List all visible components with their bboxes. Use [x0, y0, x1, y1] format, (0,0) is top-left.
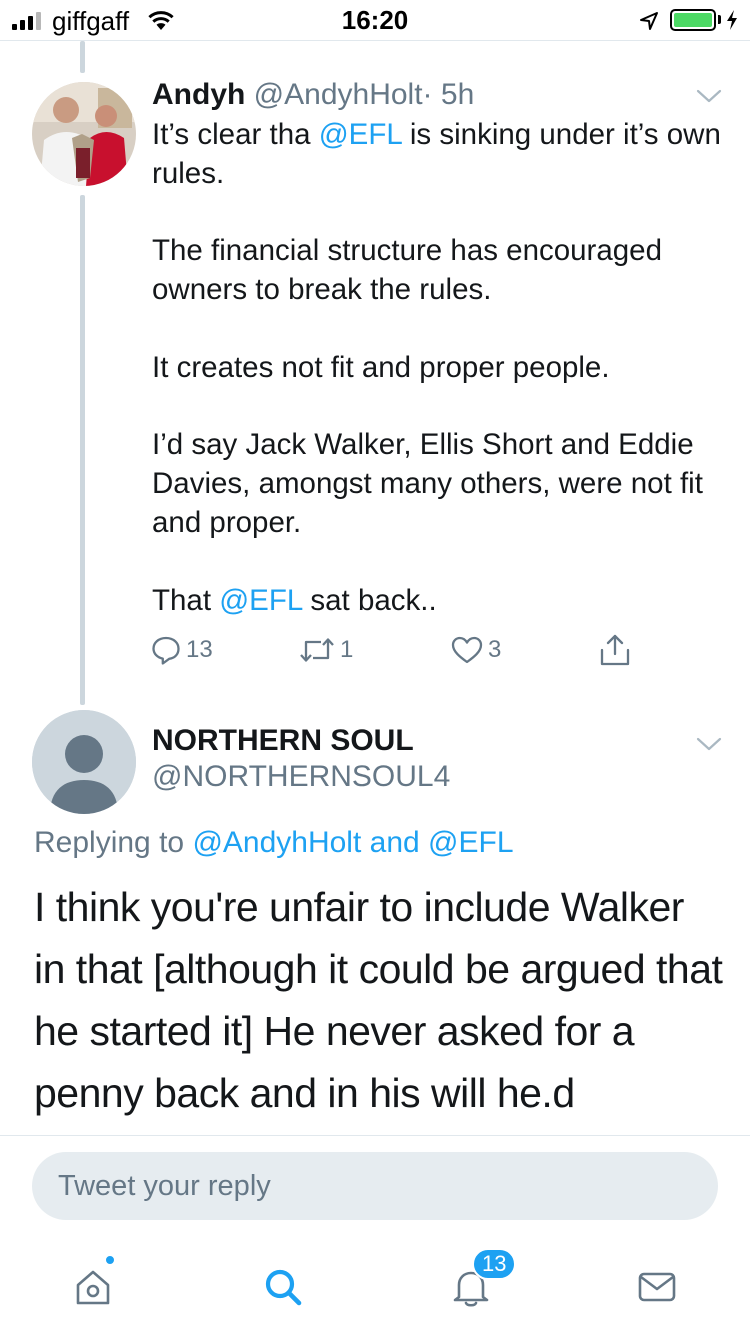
tweet-text: I’d say Jack Walker, Ellis Short and Edd…	[152, 428, 703, 539]
replying-prefix: Replying to	[34, 826, 193, 859]
thread-line-top	[80, 41, 85, 73]
author-name[interactable]: NORTHERN SOUL	[152, 724, 414, 758]
tweet1-header: Andyh @AndyhHolt· 5h	[152, 78, 474, 112]
mail-icon	[638, 1272, 676, 1302]
notification-count-badge: 13	[472, 1248, 517, 1280]
thread-line-connector	[80, 195, 85, 705]
charging-bolt-icon	[727, 10, 737, 30]
author-name[interactable]: Andyh	[152, 78, 245, 111]
replying-and[interactable]: and	[361, 826, 428, 859]
status-divider	[0, 40, 750, 41]
location-arrow-icon	[640, 12, 658, 30]
tweet-paragraph: It’s clear tha @EFL is sinking under it’…	[152, 116, 722, 194]
chevron-down-icon[interactable]	[696, 736, 722, 752]
reply-action[interactable]: 13	[150, 630, 213, 670]
tab-messages[interactable]	[632, 1262, 682, 1312]
tweet-paragraph: The financial structure has encouraged o…	[152, 232, 722, 310]
chevron-down-icon[interactable]	[696, 88, 722, 104]
tweet-paragraph: I’d say Jack Walker, Ellis Short and Edd…	[152, 426, 722, 542]
author-avatar-andyh[interactable]	[32, 82, 136, 186]
tab-home[interactable]	[68, 1262, 118, 1312]
tweet-text: The financial structure has encouraged o…	[152, 234, 662, 307]
tweet-text: sat back..	[302, 583, 437, 617]
like-action[interactable]: 3	[450, 630, 501, 670]
battery-icon	[670, 9, 716, 31]
retweet-count: 1	[340, 636, 354, 663]
tweet1-body: It’s clear tha @EFL is sinking under it’…	[152, 116, 722, 620]
author-avatar-northern-soul[interactable]	[32, 710, 136, 814]
heart-icon	[451, 636, 483, 664]
author-handle[interactable]: @NORTHERNSOUL4	[152, 760, 450, 794]
tweet-text: It creates not fit and proper people.	[152, 350, 610, 384]
tab-search[interactable]	[258, 1262, 308, 1312]
search-icon	[265, 1269, 302, 1306]
tweet2-body: I think you're unfair to include Walker …	[34, 884, 723, 1116]
retweet-action[interactable]: 1	[298, 630, 353, 670]
tweet1-actions: 13 1 3	[0, 630, 750, 670]
home-icon	[76, 1270, 110, 1305]
author-handle[interactable]: @AndyhHolt	[254, 78, 423, 111]
retweet-icon	[300, 638, 334, 662]
share-icon	[600, 634, 630, 666]
tweet-text: That	[152, 583, 220, 617]
mention-link[interactable]: @EFL	[319, 118, 402, 151]
tweet-paragraph: That @EFL sat back..	[152, 582, 722, 621]
tweet-text: It’s clear tha	[152, 118, 319, 151]
replying-to-line: Replying to @AndyhHolt and @EFL	[34, 826, 514, 860]
separator-dot: ·	[422, 78, 433, 111]
battery-tip	[718, 15, 721, 24]
replying-user-link[interactable]: @AndyhHolt	[192, 826, 361, 859]
like-count: 3	[488, 636, 502, 663]
reply-icon	[152, 636, 180, 665]
home-new-content-dot	[104, 1254, 116, 1266]
tweet-timestamp[interactable]: 5h	[441, 78, 474, 111]
share-action[interactable]	[598, 630, 632, 670]
replying-user-link[interactable]: @EFL	[428, 826, 513, 859]
reply-bar-divider	[0, 1135, 750, 1136]
tweet-paragraph: It creates not fit and proper people.	[152, 349, 722, 388]
reply-count: 13	[186, 636, 213, 663]
status-bar: giffgaff 16:20	[0, 0, 750, 40]
mention-link[interactable]: @EFL	[219, 584, 302, 617]
reply-composer[interactable]	[32, 1152, 718, 1220]
reply-input[interactable]	[58, 1169, 718, 1203]
